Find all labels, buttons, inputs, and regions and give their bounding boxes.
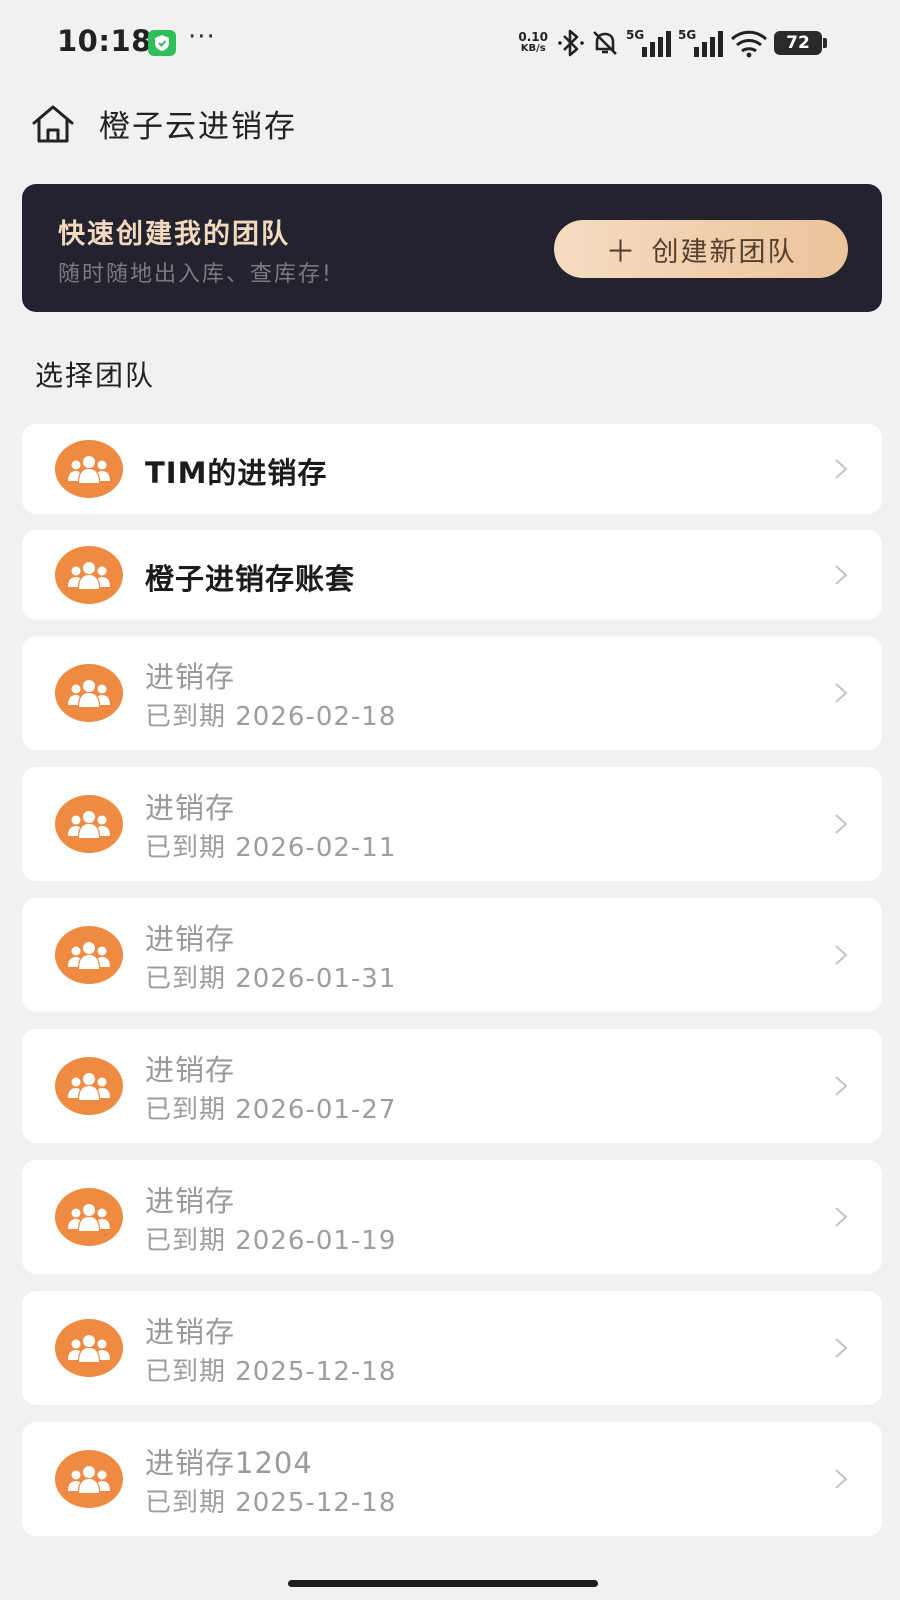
banner-title: 快速创建我的团队 xyxy=(58,219,290,250)
team-card[interactable]: 进销存已到期 2026-02-18 xyxy=(22,636,882,750)
chevron-right-icon xyxy=(834,944,848,966)
team-name: 进销存 xyxy=(145,1315,236,1349)
home-indicator[interactable] xyxy=(288,1580,598,1587)
team-card[interactable]: 橙子进销存账套 xyxy=(22,530,882,620)
battery-level: 72 xyxy=(786,33,810,53)
team-name: 进销存 xyxy=(145,791,236,825)
team-icon xyxy=(68,562,110,589)
chevron-right-icon xyxy=(834,1206,848,1228)
team-expiry-date: 已到期 2025-12-18 xyxy=(145,1357,397,1387)
page-title: 橙子云进销存 xyxy=(99,109,297,145)
team-avatar xyxy=(55,440,123,498)
signal-5g-icon-2: 5G xyxy=(678,28,723,57)
team-avatar xyxy=(55,664,123,722)
team-card[interactable]: 进销存1204 已到期 2025-12-18 xyxy=(22,1422,882,1536)
team-name: 进销存 xyxy=(145,660,236,694)
security-shield-icon xyxy=(148,30,176,56)
create-team-banner: 快速创建我的团队 随时随地出入库、查库存! ＋ 创建新团队 xyxy=(22,184,882,312)
team-card[interactable]: 进销存已到期 2025-12-18 xyxy=(22,1291,882,1405)
bluetooth-icon xyxy=(558,29,584,57)
team-avatar xyxy=(55,1450,123,1508)
home-icon[interactable] xyxy=(30,103,76,145)
team-name: 进销存1204 xyxy=(145,1446,313,1480)
create-team-button[interactable]: ＋ 创建新团队 xyxy=(554,220,848,278)
team-avatar xyxy=(55,795,123,853)
chevron-right-icon xyxy=(834,564,848,586)
team-avatar xyxy=(55,1057,123,1115)
chevron-right-icon xyxy=(834,813,848,835)
chevron-right-icon xyxy=(834,458,848,480)
network-speed-unit: KB/s xyxy=(520,43,546,54)
team-expiry-date: 已到期 2026-01-31 xyxy=(145,964,397,994)
team-expiry-date: 已到期 2025-12-18 xyxy=(145,1488,397,1518)
mute-bell-icon xyxy=(593,31,617,55)
status-time: 10:18 xyxy=(57,24,152,58)
create-team-button-label: 创建新团队 xyxy=(651,236,797,268)
app-header: 橙子云进销存 xyxy=(0,95,900,155)
team-card[interactable]: 进销存已到期 2026-01-27 xyxy=(22,1029,882,1143)
team-card[interactable]: 进销存已到期 2026-01-31 xyxy=(22,898,882,1012)
team-avatar xyxy=(55,926,123,984)
team-avatar xyxy=(55,1319,123,1377)
chevron-right-icon xyxy=(834,682,848,704)
signal-1-label: 5G xyxy=(626,28,644,42)
chevron-right-icon xyxy=(834,1075,848,1097)
team-icon xyxy=(68,942,110,969)
team-name: TIM的进销存 xyxy=(145,456,328,490)
team-expiry-date: 已到期 2026-01-19 xyxy=(145,1226,397,1256)
banner-subtitle: 随时随地出入库、查库存! xyxy=(58,262,333,287)
team-card[interactable]: 进销存已到期 2026-01-19 xyxy=(22,1160,882,1274)
team-avatar xyxy=(55,546,123,604)
team-expiry-date: 已到期 2026-02-18 xyxy=(145,702,397,732)
wifi-icon xyxy=(730,30,768,58)
chevron-right-icon xyxy=(834,1337,848,1359)
team-expiry-date: 已到期 2026-01-27 xyxy=(145,1095,397,1125)
team-name: 进销存 xyxy=(145,1053,236,1087)
network-speed-value: 0.10 xyxy=(518,30,548,44)
team-card[interactable]: 进销存已到期 2026-02-11 xyxy=(22,767,882,881)
chevron-right-icon xyxy=(834,1468,848,1490)
team-icon xyxy=(68,811,110,838)
plus-icon: ＋ xyxy=(605,235,638,270)
more-notifications-icon: ··· xyxy=(188,22,216,52)
battery-icon: 72 xyxy=(774,31,827,55)
team-icon xyxy=(68,680,110,707)
team-avatar xyxy=(55,1188,123,1246)
team-icon xyxy=(68,1073,110,1100)
status-bar: 10:18 ··· 0.10 KB/s 5G 5G 72 xyxy=(0,0,900,88)
section-title: 选择团队 xyxy=(35,359,156,392)
signal-5g-icon-1: 5G xyxy=(626,28,671,57)
team-name: 进销存 xyxy=(145,1184,236,1218)
network-speed: 0.10 KB/s xyxy=(518,31,548,55)
team-name: 进销存 xyxy=(145,922,236,956)
status-right-icons: 0.10 KB/s 5G 5G 72 xyxy=(518,26,827,60)
team-icon xyxy=(68,1466,110,1493)
team-card[interactable]: TIM的进销存 xyxy=(22,424,882,514)
team-icon xyxy=(68,456,110,483)
team-icon xyxy=(68,1335,110,1362)
team-icon xyxy=(68,1204,110,1231)
team-expiry-date: 已到期 2026-02-11 xyxy=(145,833,397,863)
team-name: 橙子进销存账套 xyxy=(145,562,356,596)
signal-2-label: 5G xyxy=(678,28,696,42)
